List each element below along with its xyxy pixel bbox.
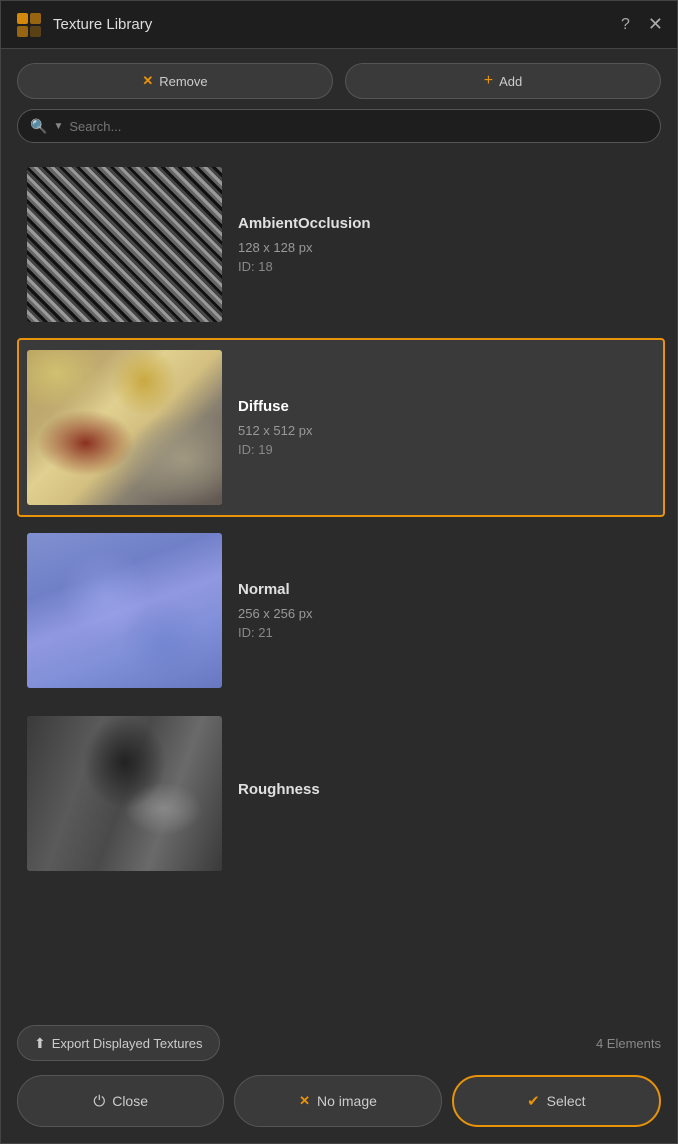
elements-count: 4 Elements <box>596 1036 661 1051</box>
export-icon: ⬆ <box>34 1035 46 1052</box>
texture-name-normal: Normal <box>238 581 655 598</box>
titlebar: Texture Library ? ✕ <box>1 1 677 49</box>
texture-thumb-diffuse <box>27 350 222 505</box>
bottom-bar: ⬆ Export Displayed Textures 4 Elements <box>1 1015 677 1067</box>
searchbar-wrapper: 🔍 ▼ <box>1 109 677 155</box>
texture-size-ao: 128 x 128 px <box>238 240 655 255</box>
remove-button[interactable]: ✕ Remove <box>17 63 333 99</box>
texture-name-ao: AmbientOcclusion <box>238 215 655 232</box>
texture-thumb-roughness <box>27 716 222 871</box>
dropdown-arrow-icon[interactable]: ▼ <box>53 121 63 132</box>
add-label: Add <box>499 74 522 89</box>
window-title: Texture Library <box>53 16 621 33</box>
remove-label: Remove <box>159 74 207 89</box>
no-image-button[interactable]: ✕ No image <box>234 1075 441 1127</box>
select-label: Select <box>547 1093 586 1109</box>
remove-icon: ✕ <box>142 73 153 89</box>
action-bar: ⏻ Close ✕ No image ✔ Select <box>1 1067 677 1143</box>
searchbar: 🔍 ▼ <box>17 109 661 143</box>
texture-item-normal[interactable]: Normal 256 x 256 px ID: 21 <box>17 521 665 700</box>
close-button[interactable]: ⏻ Close <box>17 1075 224 1127</box>
texture-id-ao: ID: 18 <box>238 259 655 274</box>
close-window-button[interactable]: ✕ <box>648 14 663 35</box>
texture-info-normal: Normal 256 x 256 px ID: 21 <box>238 581 655 640</box>
checkmark-icon: ✔ <box>527 1092 540 1110</box>
texture-info-ao: AmbientOcclusion 128 x 128 px ID: 18 <box>238 215 655 274</box>
close-label: Close <box>112 1093 148 1109</box>
help-button[interactable]: ? <box>621 16 630 34</box>
texture-item-diffuse[interactable]: Diffuse 512 x 512 px ID: 19 <box>17 338 665 517</box>
texture-library-window: Texture Library ? ✕ ✕ Remove + Add 🔍 ▼ <box>0 0 678 1144</box>
export-label: Export Displayed Textures <box>52 1036 203 1051</box>
add-button[interactable]: + Add <box>345 63 661 99</box>
texture-item-ao[interactable]: AmbientOcclusion 128 x 128 px ID: 18 <box>17 155 665 334</box>
export-button[interactable]: ⬆ Export Displayed Textures <box>17 1025 220 1061</box>
add-icon: + <box>484 72 493 90</box>
texture-info-roughness: Roughness <box>238 781 655 806</box>
no-image-label: No image <box>317 1093 377 1109</box>
texture-name-roughness: Roughness <box>238 781 655 798</box>
texture-name-diffuse: Diffuse <box>238 398 655 415</box>
app-logo-icon <box>15 11 43 39</box>
texture-thumb-ao <box>27 167 222 322</box>
search-icon: 🔍 <box>30 118 47 135</box>
no-image-icon: ✕ <box>299 1093 310 1109</box>
texture-id-diffuse: ID: 19 <box>238 442 655 457</box>
toolbar: ✕ Remove + Add <box>1 49 677 109</box>
texture-list: AmbientOcclusion 128 x 128 px ID: 18 Dif… <box>1 155 673 1015</box>
texture-info-diffuse: Diffuse 512 x 512 px ID: 19 <box>238 398 655 457</box>
texture-size-diffuse: 512 x 512 px <box>238 423 655 438</box>
search-input[interactable] <box>69 119 648 134</box>
power-icon: ⏻ <box>93 1093 105 1110</box>
texture-size-normal: 256 x 256 px <box>238 606 655 621</box>
texture-id-normal: ID: 21 <box>238 625 655 640</box>
texture-item-roughness[interactable]: Roughness <box>17 704 665 883</box>
texture-thumb-normal <box>27 533 222 688</box>
select-button[interactable]: ✔ Select <box>452 1075 661 1127</box>
